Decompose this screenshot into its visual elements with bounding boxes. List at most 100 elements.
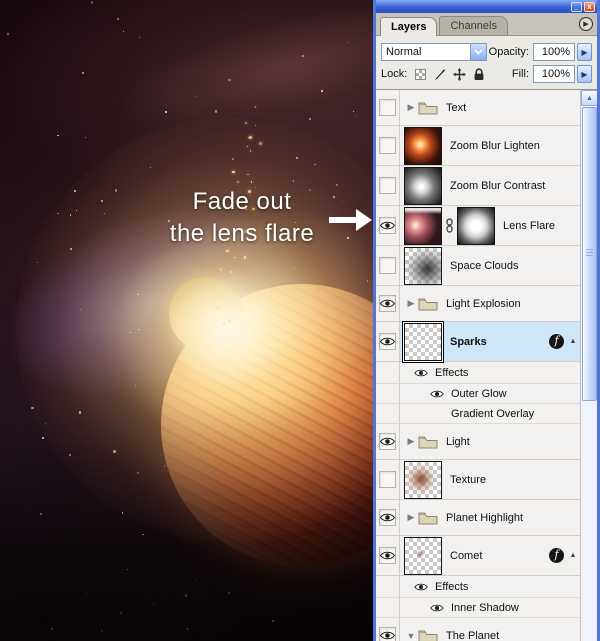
layer-row[interactable]: Zoom Blur Lighten	[376, 126, 580, 166]
layer-row[interactable]: ▶ Light Explosion	[376, 286, 580, 322]
tab-channels[interactable]: Channels	[439, 16, 508, 35]
fill-stepper-button[interactable]: ▶	[577, 65, 592, 83]
opacity-stepper-button[interactable]: ▶	[577, 43, 592, 61]
collapse-group-icon[interactable]: ▼	[404, 631, 418, 641]
layer-name[interactable]: Space Clouds	[450, 260, 519, 272]
lock-move-icon[interactable]	[453, 67, 467, 81]
layer-name[interactable]: Sparks	[450, 336, 487, 348]
layer-effects-icon[interactable]: f	[549, 334, 564, 349]
layer-name[interactable]: Zoom Blur Contrast	[450, 180, 545, 192]
effect-name[interactable]: Gradient Overlay	[451, 408, 534, 420]
visibility-toggle[interactable]	[376, 460, 400, 499]
effect-row[interactable]: Effects	[376, 576, 580, 598]
opacity-field[interactable]: 100%	[533, 43, 575, 61]
layer-thumbnail[interactable]	[404, 126, 442, 165]
layer-row-content[interactable]: ▶ Planet Highlight	[400, 500, 580, 535]
visibility-toggle[interactable]	[376, 618, 400, 641]
visibility-toggle[interactable]	[376, 206, 400, 245]
layer-row[interactable]: ▼ The Planet	[376, 618, 580, 641]
layer-row[interactable]: Space Clouds	[376, 246, 580, 286]
layer-row[interactable]: Zoom Blur Contrast	[376, 166, 580, 206]
layer-row-content[interactable]: Zoom Blur Contrast	[400, 166, 580, 205]
effect-visibility-toggle[interactable]	[430, 390, 448, 398]
layer-name[interactable]: Text	[446, 102, 466, 114]
folder-icon	[418, 298, 438, 310]
expand-group-icon[interactable]: ▶	[404, 298, 418, 309]
layer-row[interactable]: Sparks f ▲	[376, 322, 580, 362]
expand-group-icon[interactable]: ▶	[404, 436, 418, 447]
layer-row-content[interactable]: Space Clouds	[400, 246, 580, 285]
effect-name[interactable]: Outer Glow	[451, 388, 507, 400]
layer-row[interactable]: ▶ Light	[376, 424, 580, 460]
layer-row-content[interactable]: ▶ Light	[400, 424, 580, 459]
effect-row[interactable]: Effects	[376, 362, 580, 384]
layer-row[interactable]: Lens Flare	[376, 206, 580, 246]
close-button[interactable]: x	[584, 1, 595, 12]
layer-row[interactable]: Comet f ▲	[376, 536, 580, 576]
layer-thumbnail[interactable]	[404, 246, 442, 285]
tab-layers[interactable]: Layers	[380, 17, 438, 36]
layer-row[interactable]: ▶ Text	[376, 90, 580, 126]
layer-row-content[interactable]: ▼ The Planet	[400, 618, 580, 641]
layer-name[interactable]: Lens Flare	[503, 220, 555, 232]
expand-group-icon[interactable]: ▶	[404, 102, 418, 113]
layer-name[interactable]: Texture	[450, 474, 486, 486]
layer-mask-thumbnail[interactable]	[457, 206, 495, 245]
effect-visibility-toggle[interactable]	[430, 604, 448, 612]
chevron-down-icon[interactable]	[470, 44, 486, 60]
effect-row[interactable]: Inner Shadow	[376, 598, 580, 618]
layer-name[interactable]: Zoom Blur Lighten	[450, 140, 540, 152]
layer-effects-icon[interactable]: f	[549, 548, 564, 563]
visibility-toggle[interactable]	[376, 90, 400, 125]
effect-row[interactable]: Gradient Overlay	[376, 404, 580, 424]
layer-name[interactable]: The Planet	[446, 630, 499, 641]
layer-thumbnail[interactable]	[404, 166, 442, 205]
effect-name[interactable]: Effects	[435, 581, 468, 593]
minimize-button[interactable]: _	[571, 1, 582, 12]
visibility-toggle[interactable]	[376, 322, 400, 361]
panel-menu-button[interactable]: ▶	[579, 17, 593, 31]
visibility-toggle[interactable]	[376, 286, 400, 321]
layer-row-content[interactable]: Comet f ▲	[400, 536, 580, 575]
collapse-effects-button[interactable]: ▲	[566, 322, 580, 361]
lock-paint-icon[interactable]	[433, 68, 446, 81]
collapse-effects-button[interactable]: ▲	[566, 536, 580, 575]
layer-row-content[interactable]: ▶ Text	[400, 90, 580, 125]
visibility-toggle[interactable]	[376, 536, 400, 575]
layer-name[interactable]: Light	[446, 436, 470, 448]
layer-row[interactable]: Texture	[376, 460, 580, 500]
layer-name[interactable]: Planet Highlight	[446, 512, 523, 524]
layer-name[interactable]: Light Explosion	[446, 298, 521, 310]
layer-thumbnail[interactable]	[404, 206, 442, 245]
lock-transparency-icon[interactable]	[415, 68, 427, 80]
layer-row-content[interactable]: ▶ Light Explosion	[400, 286, 580, 321]
layer-name[interactable]: Comet	[450, 550, 482, 562]
visibility-toggle[interactable]	[376, 424, 400, 459]
visibility-toggle[interactable]	[376, 500, 400, 535]
scrollbar-thumb[interactable]	[582, 107, 597, 401]
fill-field[interactable]: 100%	[533, 65, 575, 83]
layer-thumbnail[interactable]	[404, 536, 442, 575]
layer-thumbnail[interactable]	[404, 322, 442, 361]
eye-icon	[380, 299, 395, 308]
visibility-toggle[interactable]	[376, 246, 400, 285]
layer-row[interactable]: ▶ Planet Highlight	[376, 500, 580, 536]
effect-row[interactable]: Outer Glow	[376, 384, 580, 404]
expand-group-icon[interactable]: ▶	[404, 512, 418, 523]
effect-name[interactable]: Effects	[435, 367, 468, 379]
blend-mode-select[interactable]: Normal	[381, 43, 487, 61]
layer-row-content[interactable]: Texture	[400, 460, 580, 499]
layer-row-content[interactable]: Zoom Blur Lighten	[400, 126, 580, 165]
effect-visibility-toggle[interactable]	[414, 369, 432, 377]
visibility-toggle[interactable]	[376, 166, 400, 205]
layer-thumbnail[interactable]	[404, 460, 442, 499]
effect-name[interactable]: Inner Shadow	[451, 602, 519, 614]
link-icon[interactable]	[442, 218, 457, 233]
effect-visibility-toggle[interactable]	[414, 583, 432, 591]
visibility-toggle[interactable]	[376, 126, 400, 165]
layer-row-content[interactable]: Sparks f ▲	[400, 322, 580, 361]
layer-row-content[interactable]: Lens Flare	[400, 206, 580, 245]
lock-all-icon[interactable]	[473, 67, 485, 81]
scrollbar[interactable]: ▲	[580, 90, 597, 641]
scroll-up-button[interactable]: ▲	[581, 90, 597, 106]
